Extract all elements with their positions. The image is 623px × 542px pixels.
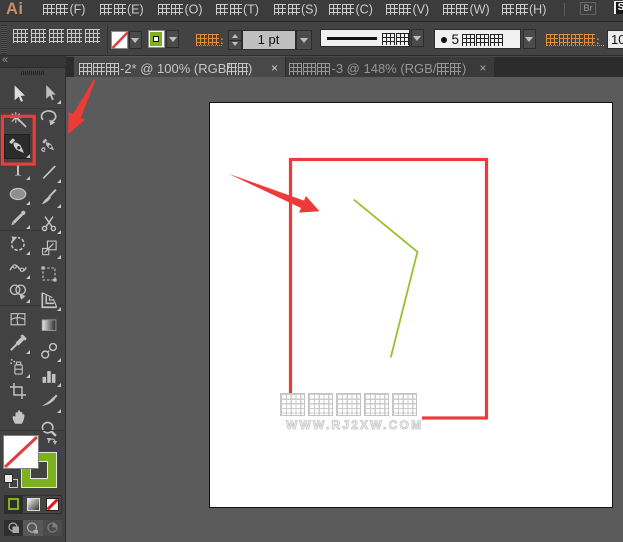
svg-text:T: T — [11, 159, 23, 179]
